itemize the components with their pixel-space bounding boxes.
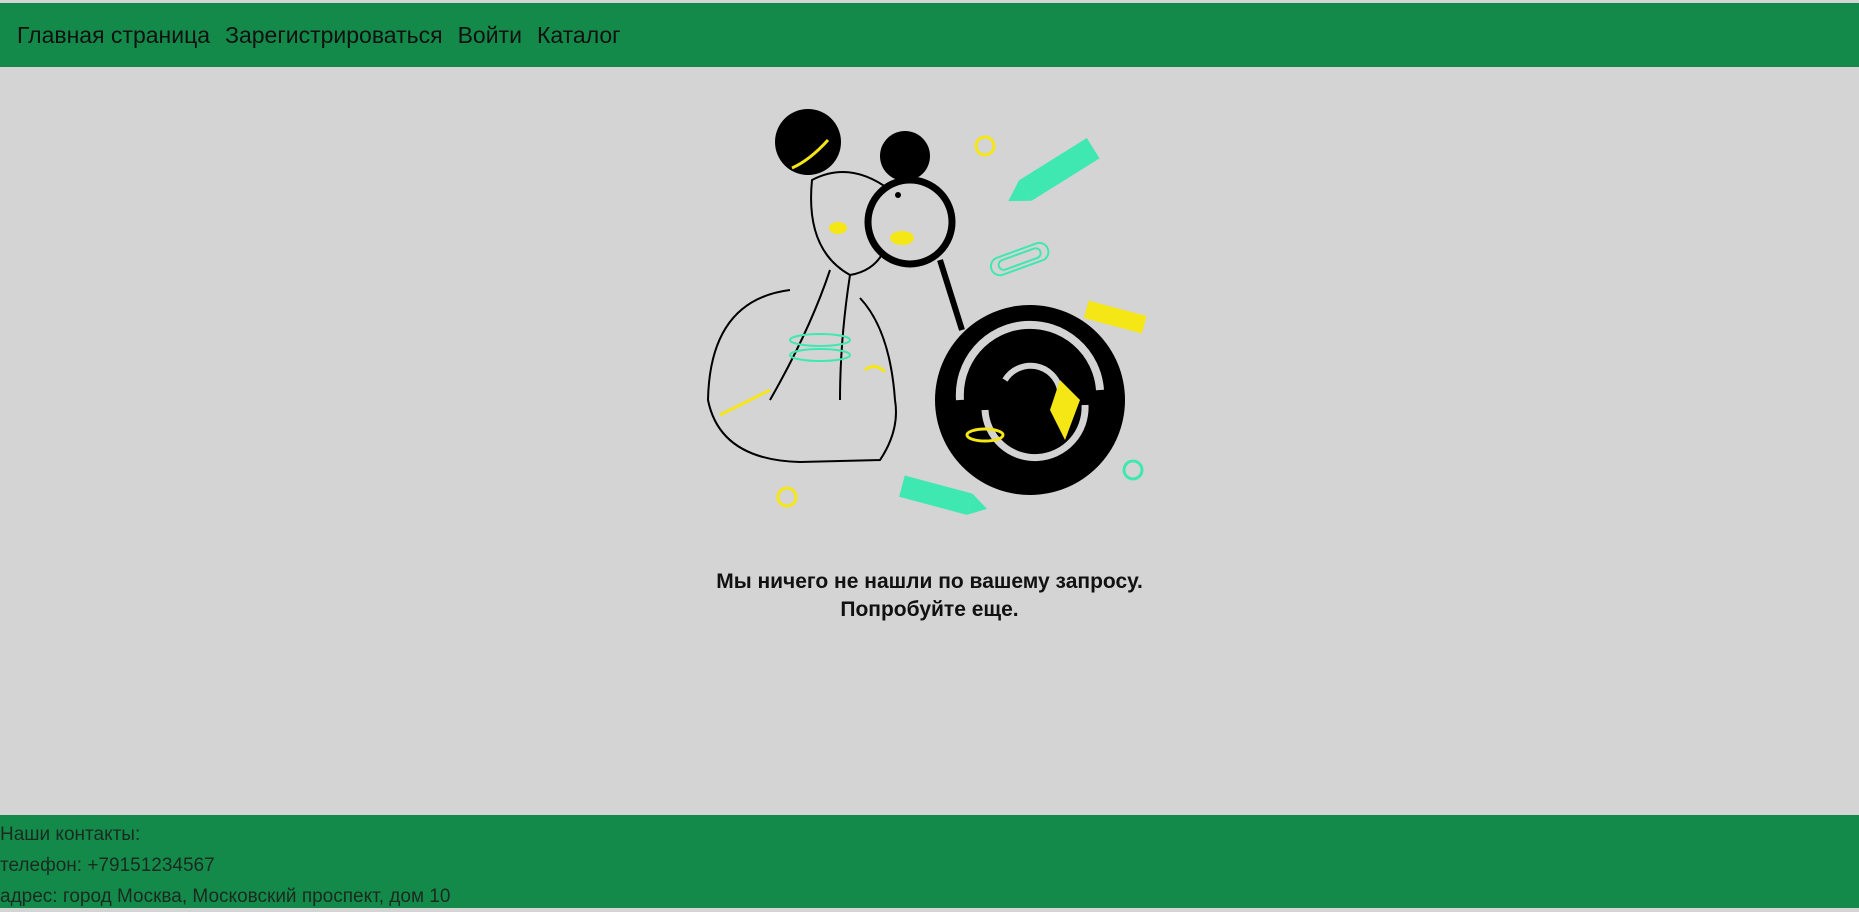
footer-contacts: Наши контакты: телефон: +79151234567 адр… [0, 815, 1859, 908]
hair-bun-right [880, 131, 930, 181]
footer-phone: телефон: +79151234567 [0, 855, 215, 876]
footer-address: адрес: город Москва, Московский проспект… [0, 886, 451, 907]
search-not-found-illustration [706, 109, 1147, 515]
top-navigation-bar: Главная страница Зарегистрироваться Войт… [0, 3, 1859, 67]
nav-link-catalog[interactable]: Каталог [537, 22, 621, 49]
magnifier-icon [864, 176, 956, 268]
nav-link-home[interactable]: Главная страница [17, 22, 210, 49]
nav-link-register[interactable]: Зарегистрироваться [225, 22, 442, 49]
hair-bun-left [775, 109, 841, 175]
no-results-line-2: Попробуйте еще. [840, 598, 1019, 621]
footer-heading: Наши контакты: [0, 824, 141, 845]
no-results-message: Мы ничего не нашли по вашему запросу. По… [0, 568, 1859, 624]
nav-link-login[interactable]: Войти [458, 22, 522, 49]
no-results-line-1: Мы ничего не нашли по вашему запросу. [716, 570, 1143, 593]
black-hole-swirl [935, 305, 1125, 495]
